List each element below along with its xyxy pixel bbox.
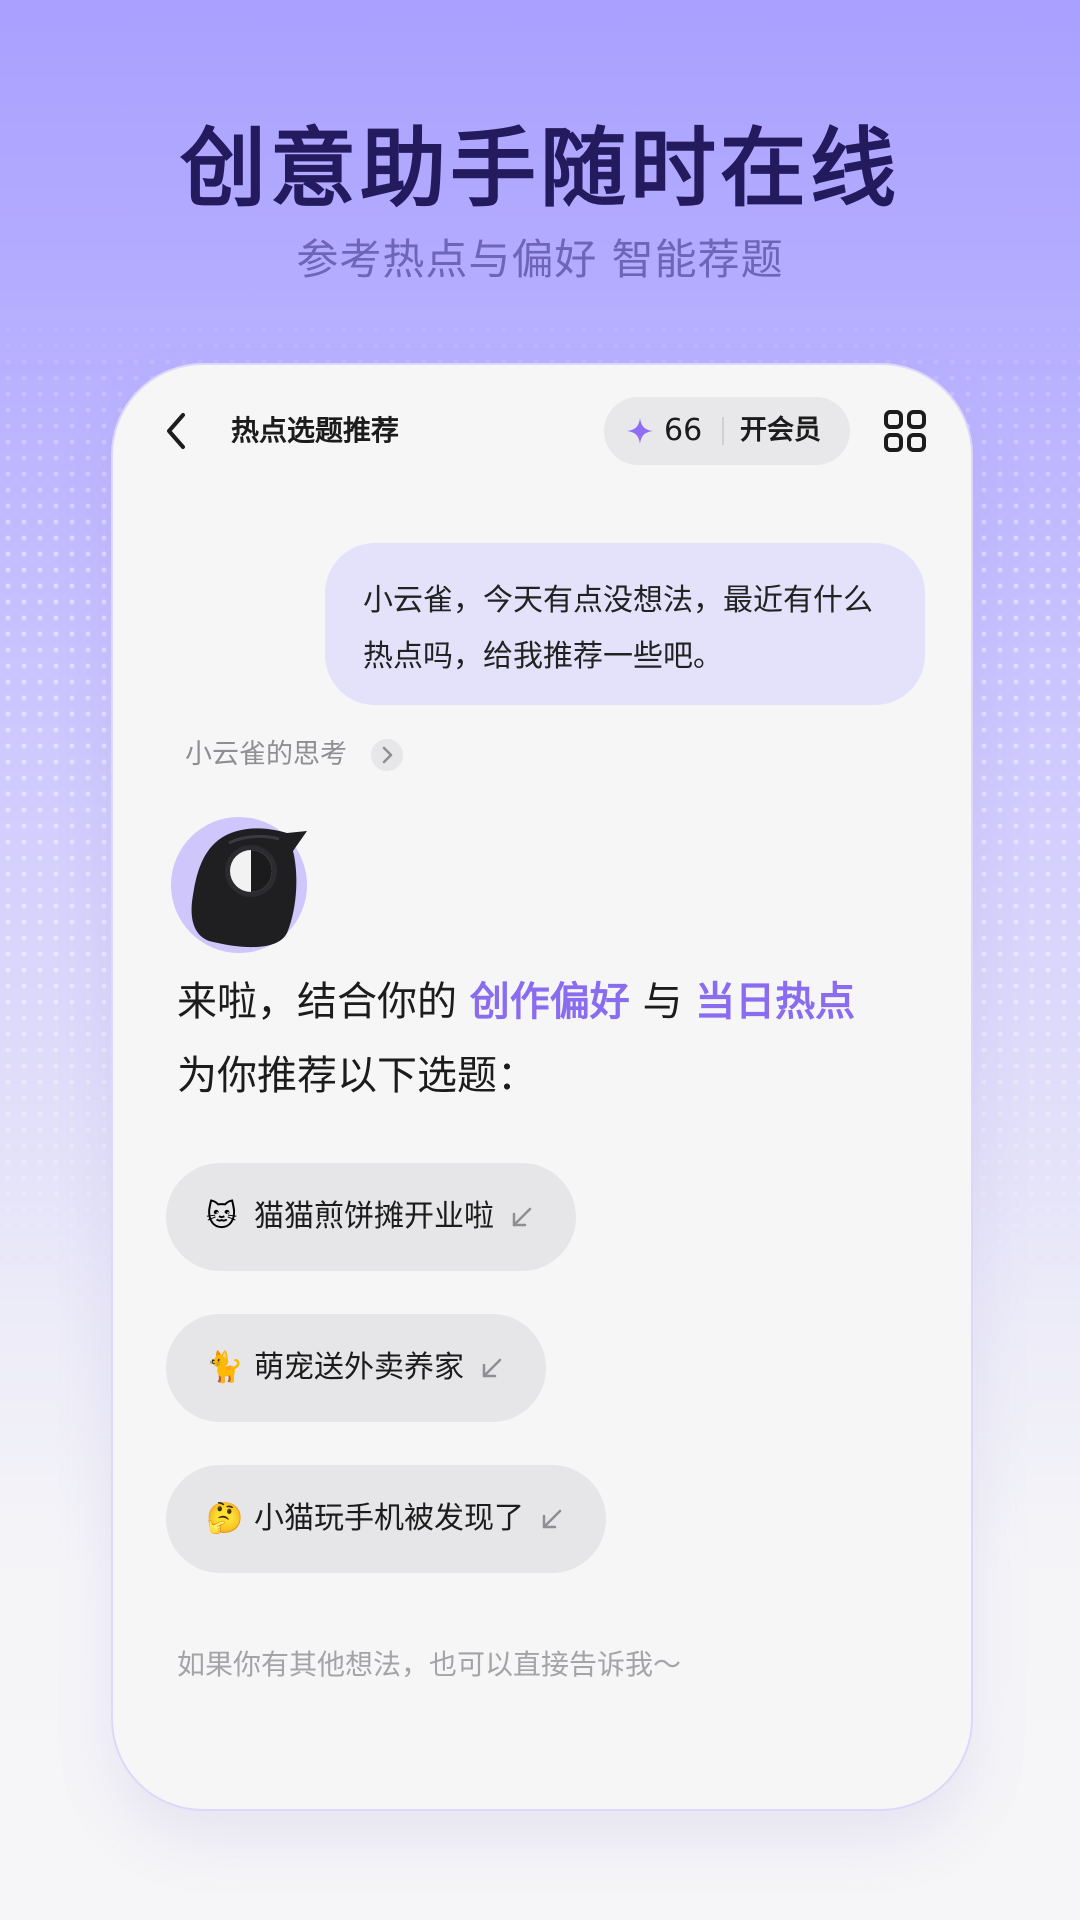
points-vip-pill[interactable]: 66 开会员 <box>604 397 850 465</box>
reply-text: 与 <box>642 979 683 1025</box>
topic-label: 小猫玩手机被发现了 <box>254 1501 524 1536</box>
user-message-bubble: 小云雀，今天有点没想法，最近有什么热点吗，给我推荐一些吧。 <box>325 543 925 705</box>
hero-subtitle: 参考热点与偏好 智能荐题 <box>296 235 784 284</box>
topic-chip[interactable]: 🐱 猫猫煎饼摊开业啦 <box>166 1163 576 1271</box>
assistant-reply: 来啦，结合你的 创作偏好 与 当日热点 为你推荐以下选题： <box>177 965 855 1113</box>
topic-label: 萌宠送外卖养家 <box>254 1350 464 1385</box>
points-count: 66 <box>664 413 703 448</box>
phone-screen: 热点选题推荐 66 开会员 小云雀，今天有点没想法，最近有什么热点吗，给我推荐一… <box>111 363 973 1811</box>
reply-highlight: 当日热点 <box>695 979 856 1025</box>
pill-divider <box>722 417 724 445</box>
footer-hint: 如果你有其他想法，也可以直接告诉我～ <box>177 1648 682 1681</box>
sparkle-icon <box>627 418 653 444</box>
reply-line-2: 为你推荐以下选题： <box>177 1053 537 1099</box>
page-title: 热点选题推荐 <box>231 414 400 447</box>
topic-chip[interactable]: 🐈 萌宠送外卖养家 <box>166 1314 546 1422</box>
cat-face-icon: 🐱 <box>206 1199 238 1234</box>
reply-line-1: 来啦，结合你的 创作偏好 与 当日热点 <box>177 965 855 1039</box>
arrow-down-left-icon <box>542 1509 562 1529</box>
apps-grid-icon[interactable] <box>883 409 927 453</box>
topic-label: 猫猫煎饼摊开业啦 <box>254 1199 494 1234</box>
thinking-face-icon: 🤔 <box>206 1501 244 1536</box>
chevron-left-icon[interactable] <box>161 411 191 451</box>
user-message-text: 小云雀，今天有点没想法，最近有什么热点吗，给我推荐一些吧。 <box>363 583 873 674</box>
reply-text: 来啦，结合你的 <box>177 979 457 1025</box>
thinking-toggle[interactable]: 小云雀的思考 <box>185 735 347 775</box>
assistant-avatar <box>171 817 307 953</box>
cat-icon: 🐈 <box>206 1350 244 1385</box>
arrow-down-left-icon <box>482 1358 502 1378</box>
arrow-down-left-icon <box>512 1207 532 1227</box>
chevron-right-icon[interactable] <box>371 739 403 771</box>
vip-button[interactable]: 开会员 <box>740 411 821 451</box>
reply-highlight: 创作偏好 <box>469 979 630 1025</box>
topic-chip[interactable]: 🤔 小猫玩手机被发现了 <box>166 1465 606 1573</box>
hero-title: 创意助手随时在线 <box>180 119 900 219</box>
